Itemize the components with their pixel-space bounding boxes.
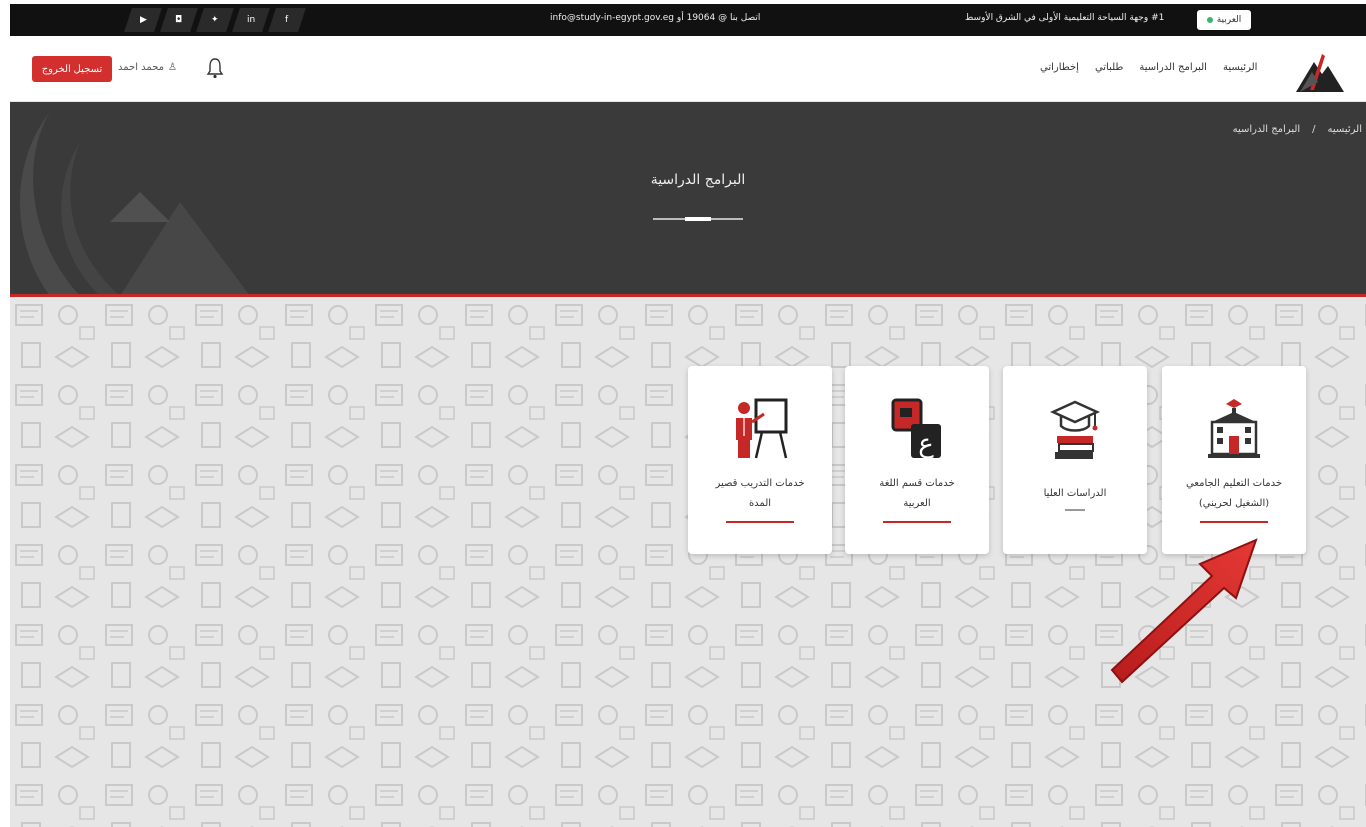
twitter-icon[interactable]: ✦ [196,8,234,32]
card-label: خدمات قسم اللغة العربية [879,478,955,509]
linkedin-icon[interactable]: in [232,8,270,32]
card-short-training[interactable]: خدمات التدريب قصير المدة [688,366,832,554]
presenter-board-icon [736,398,788,459]
card-postgraduate-studies[interactable]: الدراسات العليا [1003,366,1147,554]
bell-icon[interactable] [206,56,224,80]
card-label: الدراسات العليا [1043,488,1107,499]
card-label: خدمات التدريب قصير المدة [715,478,805,509]
title-underline [653,217,743,221]
arabic-letter-icon: ع [891,398,941,459]
nav-item-notifications[interactable]: إخطاراتي [1040,62,1079,73]
youtube-icon[interactable]: ▶ [124,8,162,32]
svg-text:ع: ع [918,429,934,459]
logout-button[interactable]: تسجيل الخروج [32,56,112,82]
card-label: خدمات التعليم الجامعي (الشغيل لحريني) [1185,478,1283,509]
main-header: تسجيل الخروج ♙ محمد احمد الرئيسية البرام… [10,36,1366,102]
red-pointer-arrow-icon [1110,538,1258,684]
site-logo[interactable] [1292,44,1348,96]
hero-banner: الرئيسيه / البرامج الدراسيه البرامج الدر… [10,102,1366,296]
card-university-education[interactable]: خدمات التعليم الجامعي (الشغيل لحريني) [1162,366,1306,554]
language-switch-button[interactable]: العربية [1197,10,1251,30]
nav-item-home[interactable]: الرئيسية [1223,62,1257,73]
breadcrumb-home[interactable]: الرئيسيه [1328,124,1362,135]
breadcrumb-separator: / [1312,124,1316,135]
card-arabic-language[interactable]: ع خدمات قسم اللغة العربية [845,366,989,554]
user-icon: ♙ [168,62,177,73]
card-underline [1065,509,1085,511]
card-underline [1200,521,1268,523]
instagram-icon[interactable]: ◘ [160,8,198,32]
site-tagline: #1 وجهة السياحة التعليمية الأولى في الشر… [965,13,1165,23]
contact-text: اتصل بنا @ 19064 أو info@study-in-egypt.… [550,13,761,23]
breadcrumb-current: البرامج الدراسيه [1232,124,1301,135]
top-bar: ▶ ◘ ✦ in f اتصل بنا @ 19064 أو info@stud… [10,4,1366,36]
hero-decoration [20,112,250,296]
language-status-dot [1206,17,1213,23]
page-title: البرامج الدراسية [650,172,746,188]
facebook-icon[interactable]: f [268,8,306,32]
main-nav: الرئيسية البرامج الدراسية طلباتي إخطارات… [1040,62,1257,73]
breadcrumb: الرئيسيه / البرامج الدراسيه [1233,124,1362,135]
social-links: ▶ ◘ ✦ in f [124,8,306,32]
nav-item-study-programs[interactable]: البرامج الدراسية [1139,62,1207,73]
user-menu[interactable]: ♙ محمد احمد [118,62,177,73]
graduation-cap-books-icon [1049,400,1101,459]
user-name: محمد احمد [118,62,165,73]
university-building-icon [1208,399,1260,458]
card-underline [726,521,794,523]
nav-item-my-requests[interactable]: طلباتي [1095,62,1123,73]
language-label: العربية [1216,15,1242,25]
card-underline [883,521,951,523]
